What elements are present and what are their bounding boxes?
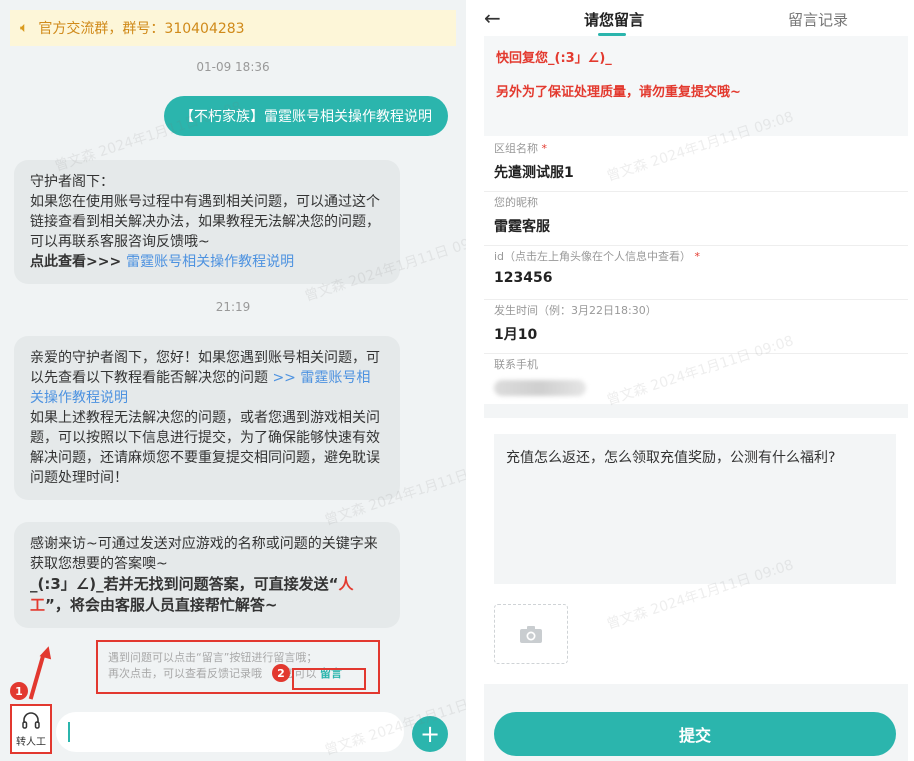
- upload-image-button[interactable]: [494, 604, 568, 664]
- submit-button[interactable]: 提交: [494, 712, 896, 756]
- step-badge-1: 1: [10, 682, 28, 700]
- received-message-bubble: 守护者阁下： 如果您在使用账号过程中有遇到相关问题，可以通过这个链接查看到相关解…: [14, 160, 400, 284]
- field-time[interactable]: 发生时间（例：3月22日18:30） 1月10: [484, 302, 908, 354]
- transfer-to-agent-label: 转人工: [16, 736, 46, 748]
- field-value: 先遣测试服1: [494, 165, 574, 181]
- arrow-indicator: [28, 654, 46, 700]
- field-nickname[interactable]: 您的昵称 雷霆客服: [484, 194, 908, 246]
- headset-icon: [22, 711, 40, 729]
- phone-blurred-value: [494, 380, 586, 396]
- timestamp: 01-09 18:36: [196, 60, 270, 74]
- field-label: 您的昵称: [494, 196, 538, 209]
- notice-line: 快回复您_(:3」∠)_: [496, 51, 612, 66]
- hint-line: 遇到问题可以点击“留言”按钮进行留言哦；: [108, 651, 318, 664]
- required-mark: *: [541, 142, 548, 155]
- field-value: 1月10: [494, 327, 538, 343]
- message-bold-text: ”，将会由客服人员直接帮忙解答~: [45, 596, 278, 614]
- step-badge-2: 2: [272, 664, 290, 682]
- field-label: 发生时间（例：3月22日18:30）: [494, 304, 657, 317]
- message-cta: 点此查看>>>: [30, 254, 127, 270]
- field-value: 雷霆客服: [494, 219, 550, 235]
- received-message-bubble: 亲爱的守护者阁下，您好！如果您遇到账号相关问题，可以先查看以下教程看能否解决您的…: [14, 336, 400, 500]
- received-message-bubble: 感谢来访~可通过发送对应游戏的名称或问题的关键字来获取您想要的答案噢~ _(:3…: [14, 522, 400, 628]
- highlight-box: [292, 668, 366, 690]
- field-value: 123456: [494, 270, 553, 286]
- section-divider: [484, 404, 908, 418]
- required-mark: *: [694, 250, 701, 263]
- transfer-to-agent-button[interactable]: 转人工: [10, 704, 52, 754]
- camera-icon: [520, 626, 542, 643]
- chat-panel: 🔈︎ 官方交流群，群号：310404283 01-09 18:36 【不朽家族】…: [0, 0, 466, 761]
- message-greeting: 守护者阁下：: [30, 174, 114, 190]
- top-nav: ← 请您留言 留言记录: [466, 0, 914, 40]
- message-body: 如果您在使用账号过程中有遇到相关问题，可以通过这个链接查看到相关解决办法，如果教…: [30, 194, 380, 250]
- leave-message-panel: ← 请您留言 留言记录 快回复您_(:3」∠)_ 另外为了保证处理质量，请勿重复…: [466, 0, 914, 761]
- message-body: 如果上述教程无法解决您的问题，或者您遇到游戏相关问题，可以按照以下信息进行提交，…: [30, 410, 380, 486]
- back-arrow-icon[interactable]: ←: [484, 6, 501, 30]
- tutorial-link[interactable]: 雷霆账号相关操作教程说明: [126, 254, 294, 270]
- field-id[interactable]: id（点击左上角头像在个人信息中查看） * 123456: [484, 248, 908, 300]
- speaker-icon: 🔈︎: [20, 20, 29, 36]
- tab-label: 请您留言: [584, 11, 645, 29]
- notice-box: 快回复您_(:3」∠)_ 另外为了保证处理质量，请勿重复提交哦~: [484, 36, 908, 136]
- message-bold-text: _(:3」∠)_若并无找到问题答案，可直接发送“: [30, 575, 339, 593]
- field-label: id（点击左上角头像在个人信息中查看）: [494, 250, 692, 263]
- group-notice-banner: 🔈︎ 官方交流群，群号：310404283: [10, 10, 456, 46]
- field-label: 联系手机: [494, 358, 538, 371]
- group-notice-text: 官方交流群，群号：310404283: [38, 21, 245, 37]
- message-body: 感谢来访~可通过发送对应游戏的名称或问题的关键字来获取您想要的答案噢~: [30, 536, 378, 572]
- text-cursor: [68, 722, 70, 742]
- timestamp: 21:19: [215, 300, 251, 314]
- hint-line: 再次点击，可以查看反馈记录哦: [108, 667, 266, 680]
- leave-message-hint: 遇到问题可以点击“留言”按钮进行留言哦； 再次点击，可以查看反馈记录哦 您可以 …: [96, 640, 380, 694]
- tab-message-records[interactable]: 留言记录: [788, 9, 848, 30]
- notice-line: 另外为了保证处理质量，请勿重复提交哦~: [496, 85, 741, 100]
- message-textarea[interactable]: 充值怎么返还，怎么领取充值奖励，公测有什么福利?: [494, 434, 896, 584]
- field-label: 区组名称: [494, 142, 538, 155]
- tab-leave-message[interactable]: 请您留言: [584, 9, 645, 36]
